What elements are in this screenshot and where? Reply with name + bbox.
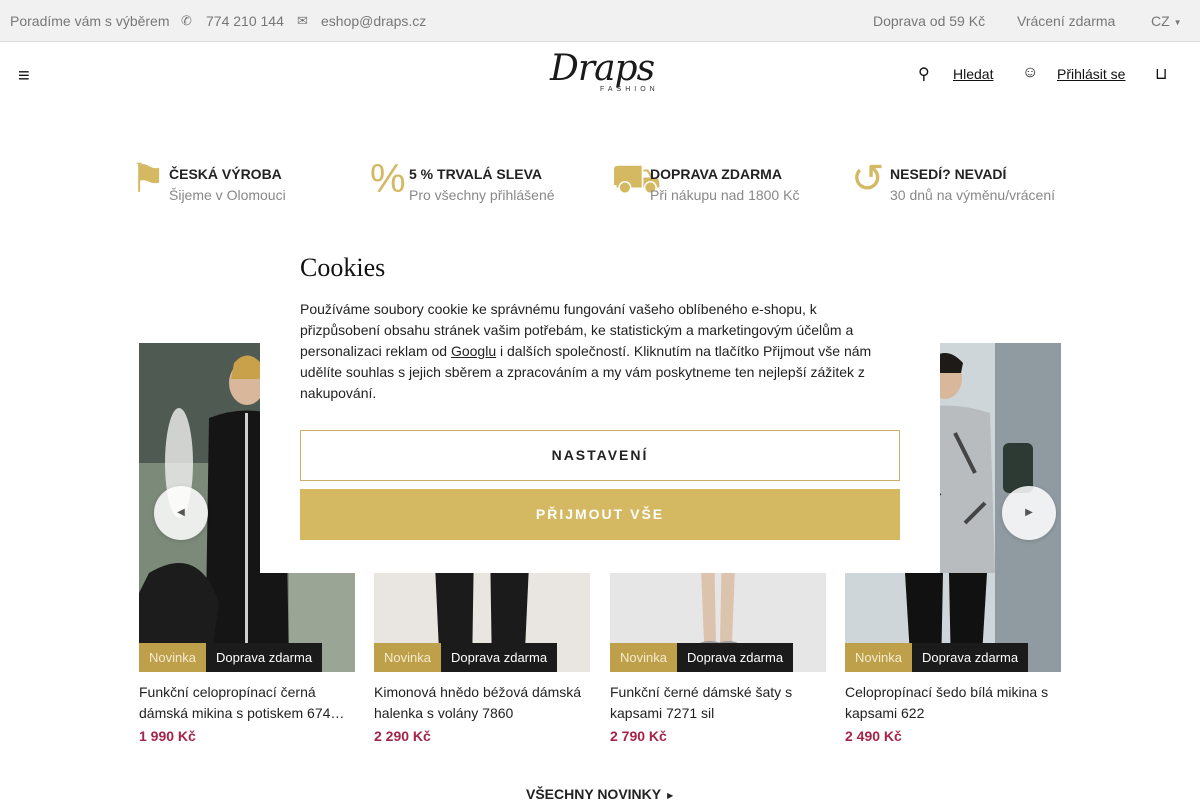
cookie-settings-button[interactable]: NASTAVENÍ — [300, 430, 900, 481]
accept-all-button[interactable]: PŘIJMOUT VŠE — [300, 489, 900, 540]
cookie-dialog: Cookies Používáme soubory cookie ke sprá… — [260, 227, 940, 573]
cookie-title: Cookies — [300, 253, 386, 282]
cookie-text: Používáme soubory cookie ke správnému fu… — [300, 299, 900, 404]
google-link[interactable]: Googlu — [451, 343, 496, 359]
